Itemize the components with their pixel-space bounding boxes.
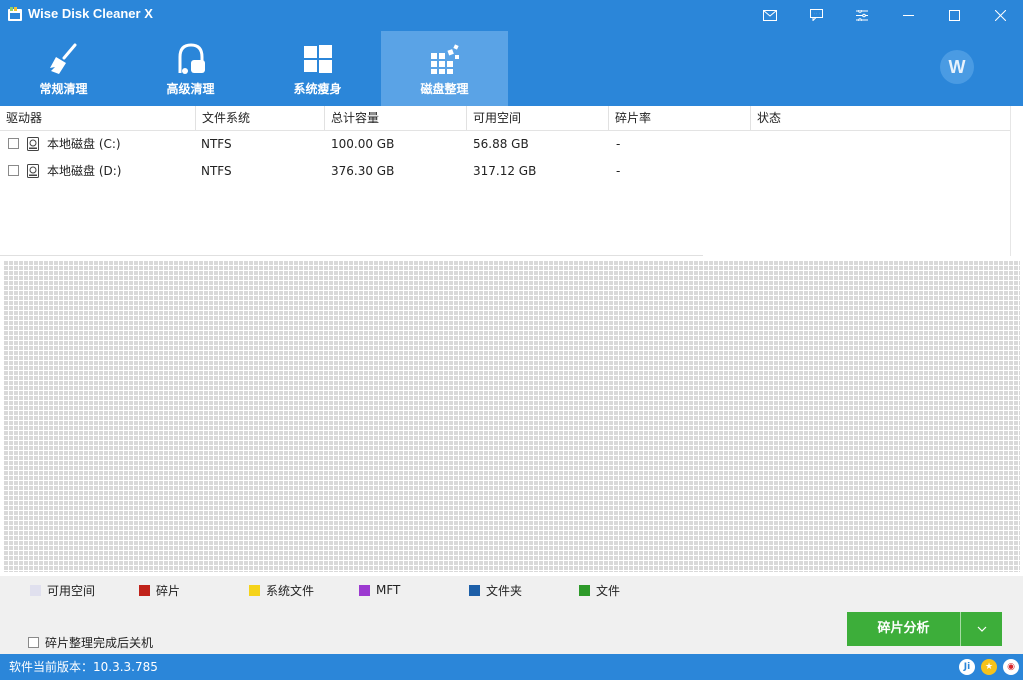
mail-icon[interactable] [747, 0, 793, 30]
column-header-drive[interactable]: 驱动器 [0, 106, 196, 130]
settings-menu-icon[interactable] [839, 0, 885, 30]
nav-tab-defrag[interactable]: 磁盘整理 [381, 31, 508, 106]
nav-tab-label: 系统瘦身 [293, 82, 342, 96]
hard-drive-icon [27, 164, 39, 178]
column-header-filesystem[interactable]: 文件系统 [196, 106, 325, 130]
legend-swatch [359, 584, 370, 596]
window-controls [747, 0, 1023, 30]
minimize-icon[interactable] [885, 0, 931, 30]
weibo-icon[interactable]: ◉ [1003, 659, 1019, 675]
legend-label: 文件夹 [486, 583, 523, 598]
legend-swatch [249, 584, 260, 596]
drive-checkbox[interactable] [8, 138, 19, 149]
drive-fragmentation: - [616, 164, 621, 178]
disk-map-grid [3, 260, 1020, 572]
legend-bar: 可用空间 碎片 系统文件 MFT 文件夹 文件 [0, 576, 1023, 604]
legend-label: 碎片 [156, 583, 181, 598]
broom-icon [44, 43, 84, 75]
column-header-total[interactable]: 总计容量 [325, 106, 467, 130]
table-header: 驱动器 文件系统 总计容量 可用空间 碎片率 状态 [0, 106, 1011, 131]
header-bar: Wise Disk Cleaner X 常规清理 高级清理 系统瘦身 磁盘整理 … [0, 0, 1023, 106]
nav-tab-advanced-clean[interactable]: 高级清理 [127, 31, 254, 106]
nav-tab-label: 常规清理 [39, 82, 88, 96]
drive-total: 100.00 GB [331, 137, 395, 151]
analyze-button[interactable]: 碎片分析 [847, 612, 960, 646]
action-panel: 碎片整理完成后关机 碎片分析 [0, 604, 1023, 654]
legend-swatch [469, 584, 480, 596]
maximize-icon[interactable] [931, 0, 977, 30]
user-avatar[interactable]: W [940, 50, 974, 84]
nav-tab-system-slim[interactable]: 系统瘦身 [254, 31, 381, 106]
status-icons: Ji ★ ◉ [959, 659, 1019, 675]
legend-swatch [30, 584, 41, 596]
drive-filesystem: NTFS [201, 164, 232, 178]
legend-label: 文件 [596, 583, 621, 598]
analyze-button-group: 碎片分析 [847, 612, 1002, 646]
table-row[interactable]: 本地磁盘 (D:) NTFS 376.30 GB 317.12 GB - [0, 158, 700, 185]
legend-label: MFT [376, 583, 401, 597]
drive-total: 376.30 GB [331, 164, 395, 178]
nav-tab-label: 高级清理 [166, 82, 215, 96]
legend-swatch [139, 584, 150, 596]
drive-filesystem: NTFS [201, 137, 232, 151]
windows-icon [298, 43, 338, 75]
legend-item: 文件夹 [469, 576, 522, 604]
nav-tab-label: 磁盘整理 [420, 82, 469, 96]
legend-swatch [579, 584, 590, 596]
hard-drive-icon [27, 137, 39, 151]
feedback-icon[interactable] [793, 0, 839, 30]
drive-name: 本地磁盘 (D:) [47, 164, 122, 178]
vacuum-icon [171, 43, 211, 75]
legend-item: MFT [359, 576, 400, 604]
legend-item: 可用空间 [30, 576, 95, 604]
legend-item: 系统文件 [249, 576, 314, 604]
drive-free: 317.12 GB [473, 164, 537, 178]
drive-fragmentation: - [616, 137, 621, 151]
status-bar: 软件当前版本：10.3.3.785 Ji ★ ◉ [0, 654, 1023, 680]
legend-label: 系统文件 [266, 583, 315, 598]
table-right-border [1010, 106, 1011, 256]
column-header-free[interactable]: 可用空间 [467, 106, 609, 130]
version-text: 软件当前版本：10.3.3.785 [9, 660, 158, 674]
app-title: Wise Disk Cleaner X [28, 6, 153, 21]
chevron-down-icon [977, 626, 986, 632]
shutdown-label: 碎片整理完成后关机 [45, 636, 154, 650]
column-header-fragmentation[interactable]: 碎片率 [609, 106, 751, 130]
legend-item: 碎片 [139, 576, 180, 604]
disk-map [0, 256, 1023, 576]
drive-name: 本地磁盘 (C:) [47, 137, 121, 151]
app-logo-icon [8, 7, 22, 21]
analyze-dropdown-button[interactable] [961, 612, 1002, 646]
close-icon[interactable] [977, 0, 1023, 30]
shutdown-checkbox[interactable] [28, 637, 39, 648]
defrag-blocks-icon [425, 43, 465, 75]
legend-label: 可用空间 [47, 583, 96, 598]
drive-table: 驱动器 文件系统 总计容量 可用空间 碎片率 状态 本地磁盘 (C:) NTFS… [0, 106, 1023, 256]
legend-item: 文件 [579, 576, 620, 604]
language-icon[interactable]: Ji [959, 659, 975, 675]
nav-tab-common-clean[interactable]: 常规清理 [0, 31, 127, 106]
shutdown-option[interactable]: 碎片整理完成后关机 [28, 634, 153, 651]
rate-star-icon[interactable]: ★ [981, 659, 997, 675]
drive-checkbox[interactable] [8, 165, 19, 176]
table-row[interactable]: 本地磁盘 (C:) NTFS 100.00 GB 56.88 GB - [0, 131, 700, 158]
drive-free: 56.88 GB [473, 137, 529, 151]
column-header-status[interactable]: 状态 [751, 106, 1011, 130]
main-nav: 常规清理 高级清理 系统瘦身 磁盘整理 [0, 31, 508, 106]
